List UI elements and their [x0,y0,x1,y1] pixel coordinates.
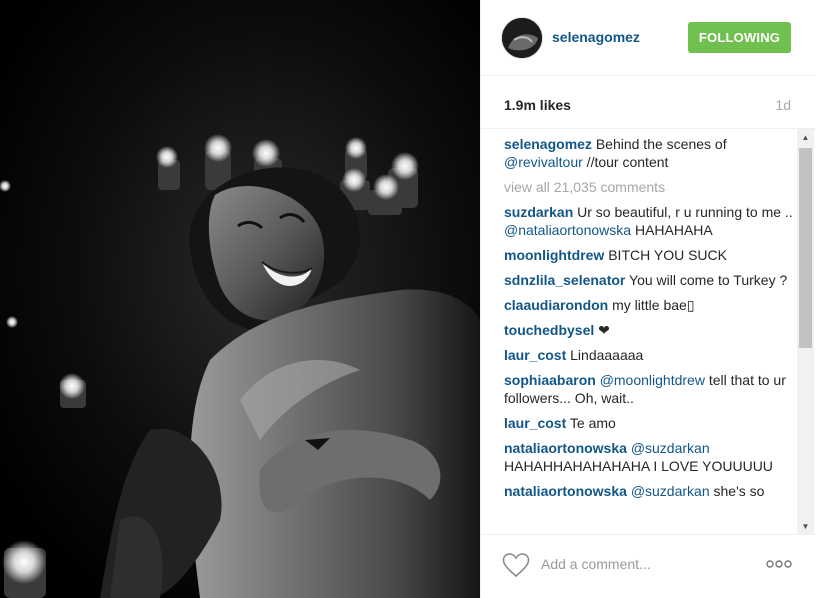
comment-author[interactable]: nataliaortonowska [504,440,627,456]
comment-mention[interactable]: @suzdarkan [631,483,710,499]
comment-item: laur_cost Te amo [504,414,794,432]
view-all-comments-link[interactable]: view all 21,035 comments [504,178,794,196]
comment-item: touchedbysel ❤ [504,321,794,339]
comment-item: laur_cost Lindaaaaaa [504,346,794,364]
heart-icon[interactable] [502,552,530,578]
post-header: selenagomez FOLLOWING [481,0,816,76]
post-photo-image [0,0,480,598]
comment-mention[interactable]: @nataliaortonowska [504,222,631,238]
comment-text: Lindaaaaaa [566,347,644,363]
comment-text: Ur so beautiful, r u running to me .. [573,204,793,220]
comment-mention[interactable]: @moonlightdrew [600,372,705,388]
comment-text: BITCH YOU SUCK [604,247,727,263]
comment-text: Te amo [566,415,616,431]
comment-mention[interactable]: @suzdarkan [631,440,710,456]
comment-text: my little bae▯ [608,297,695,313]
caption-author[interactable]: selenagomez [504,136,592,152]
comment-item: sophiaabaron @moonlightdrew tell that to… [504,371,794,407]
comment-author[interactable]: laur_cost [504,347,566,363]
comment-item: nataliaortonowska @suzdarkan she's so [504,482,794,500]
post-side-panel: selenagomez FOLLOWING 1.9m likes 1d sele… [480,0,816,598]
avatar-image [502,18,542,58]
comment-author[interactable]: moonlightdrew [504,247,604,263]
comment-item: suzdarkan Ur so beautiful, r u running t… [504,203,794,239]
comment-author[interactable]: nataliaortonowska [504,483,627,499]
comment-text: You will come to Turkey ? [625,272,788,288]
comment-text-end: she's so [709,483,765,499]
caption: selenagomez Behind the scenes of @reviva… [504,135,794,171]
comments-section: selenagomez Behind the scenes of @reviva… [481,128,816,534]
comment-author[interactable]: sdnzlila_selenator [504,272,625,288]
comment-item: claaudiarondon my little bae▯ [504,296,794,314]
more-options-icon[interactable] [765,557,793,571]
comment-footer [481,534,816,598]
following-button[interactable]: FOLLOWING [688,22,791,53]
post-username[interactable]: selenagomez [552,29,640,45]
comment-author[interactable]: claaudiarondon [504,297,608,313]
likes-count[interactable]: 1.9m likes [504,97,571,113]
comment-author[interactable]: touchedbysel [504,322,594,338]
comment-item: sdnzlila_selenator You will come to Turk… [504,271,794,289]
post-stats: 1.9m likes 1d [481,76,816,126]
caption-mention[interactable]: @revivaltour [504,154,583,170]
comment-list: selenagomez Behind the scenes of @reviva… [504,135,794,507]
comment-item: moonlightdrew BITCH YOU SUCK [504,246,794,264]
comment-author[interactable]: suzdarkan [504,204,573,220]
post-age[interactable]: 1d [775,97,791,113]
post-photo[interactable] [0,0,480,598]
scroll-up-arrow-icon[interactable]: ▲ [797,129,814,146]
comment-author[interactable]: sophiaabaron [504,372,596,388]
comment-text-end: HAHAHHAHAHAHAHA I LOVE YOUUUUU [504,458,773,474]
comment-author[interactable]: laur_cost [504,415,566,431]
comment-text: ❤ [594,322,610,338]
scroll-down-arrow-icon[interactable]: ▼ [797,518,814,534]
scroll-thumb[interactable] [799,148,812,348]
comment-item: nataliaortonowska @suzdarkan HAHAHHAHAHA… [504,439,794,475]
comments-scrollbar[interactable]: ▲ ▼ [797,129,814,534]
caption-text-end: //tour content [582,154,669,170]
avatar[interactable] [501,17,543,59]
add-comment-input[interactable] [541,552,751,576]
comment-text-end: HAHAHAHA [631,222,713,238]
caption-text: Behind the scenes of [591,136,727,152]
